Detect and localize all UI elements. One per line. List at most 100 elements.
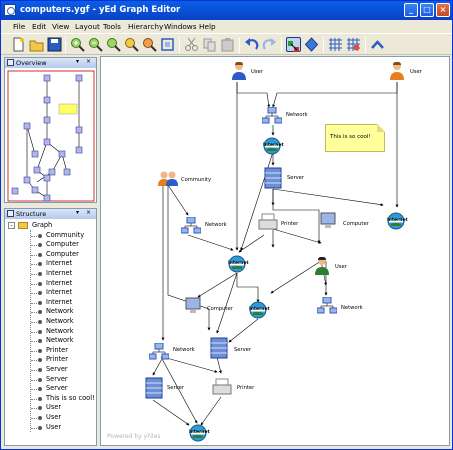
internet-label: Internet — [228, 261, 249, 266]
copy-icon[interactable] — [202, 37, 217, 52]
menu-windows[interactable]: Windows — [164, 22, 197, 31]
minimize-button[interactable]: _ — [404, 3, 418, 17]
open-icon[interactable] — [29, 37, 44, 52]
server-icon[interactable] — [145, 377, 163, 399]
node-bullet-icon — [38, 329, 42, 334]
computer-icon[interactable] — [319, 212, 337, 230]
snap-grid-icon[interactable] — [346, 37, 361, 52]
redo-icon[interactable] — [262, 37, 277, 52]
server-icon[interactable] — [210, 337, 228, 359]
zoom-out-icon[interactable] — [88, 37, 103, 52]
menu-view[interactable]: View — [52, 22, 69, 31]
move-mode-icon[interactable] — [304, 37, 319, 52]
graph-canvas[interactable]: User User Network This is so cool! Inter… — [100, 56, 450, 446]
tree-item[interactable]: Internet — [5, 288, 96, 298]
structure-panel: Structure ▾ × - Graph Community Computer C… — [4, 208, 97, 446]
network-label: Network — [286, 112, 308, 118]
tree-item[interactable]: Network — [5, 317, 96, 327]
tree-item[interactable]: This is so cool! — [5, 394, 96, 404]
tree-connector — [31, 408, 37, 410]
tree-item[interactable]: Printer — [5, 346, 96, 356]
tree-item[interactable]: User — [5, 423, 96, 433]
tree-item[interactable]: Internet — [5, 279, 96, 289]
tree-item[interactable]: Server — [5, 384, 96, 394]
tree-item[interactable]: Internet — [5, 259, 96, 269]
tree-item[interactable]: Server — [5, 365, 96, 375]
network-label: Network — [173, 347, 195, 353]
tree-connector — [31, 427, 37, 429]
cut-icon[interactable] — [184, 37, 199, 52]
tree-item[interactable]: User — [5, 413, 96, 423]
tree-item-label: Community — [46, 230, 85, 239]
server-icon[interactable] — [264, 167, 282, 189]
tree-root-label: Graph — [32, 221, 53, 229]
tree-connector — [31, 369, 37, 371]
grid-icon[interactable] — [328, 37, 343, 52]
computer-icon[interactable] — [184, 297, 202, 315]
tree-item[interactable]: Printer — [5, 355, 96, 365]
tree-connector — [31, 312, 37, 314]
new-icon[interactable] — [11, 37, 26, 52]
zoom-in-icon[interactable] — [70, 37, 85, 52]
network-icon[interactable] — [149, 343, 169, 361]
network-icon[interactable] — [181, 217, 201, 235]
zoom-fit-icon[interactable] — [106, 37, 121, 52]
note-node[interactable]: This is so cool! — [325, 124, 385, 152]
user-icon[interactable] — [314, 256, 330, 276]
menu-hierarchy[interactable]: Hierarchy — [128, 22, 163, 31]
menu-help[interactable]: Help — [199, 22, 216, 31]
paste-icon[interactable] — [220, 37, 235, 52]
tree-item-label: User — [46, 422, 62, 431]
tree-connector — [31, 360, 37, 362]
tree-item-label: User — [46, 403, 62, 412]
fit-content-icon[interactable] — [160, 37, 175, 52]
undo-icon[interactable] — [244, 37, 259, 52]
tree-item[interactable]: Network — [5, 336, 96, 346]
zoom-area-icon[interactable] — [124, 37, 139, 52]
user-icon[interactable] — [231, 61, 247, 81]
collapse-toggle-icon[interactable]: - — [8, 222, 15, 229]
user-icon[interactable] — [389, 61, 405, 81]
app-window: computers.ygf - yEd Graph Editor _ □ × F… — [0, 0, 453, 450]
menu-tools[interactable]: Tools — [103, 22, 121, 31]
select-mode-icon[interactable] — [286, 37, 301, 52]
tree-root-graph[interactable]: - Graph — [5, 221, 96, 231]
menu-edit[interactable]: Edit — [32, 22, 46, 31]
network-icon[interactable] — [262, 107, 282, 125]
tree-connector — [31, 389, 37, 391]
zoom-selection-icon[interactable] — [142, 37, 157, 52]
tree-item[interactable]: Network — [5, 307, 96, 317]
tree-item[interactable]: Community — [5, 231, 96, 241]
printer-icon[interactable] — [258, 213, 278, 231]
close-icon[interactable]: × — [86, 209, 91, 216]
pin-icon[interactable]: ▾ — [76, 209, 79, 216]
tree-item[interactable]: Internet — [5, 298, 96, 308]
tree-connector — [31, 331, 37, 333]
overview-thumbnail[interactable] — [7, 70, 95, 202]
pin-icon[interactable]: ▾ — [76, 58, 79, 65]
printer-label: Printer — [237, 385, 255, 391]
printer-icon[interactable] — [212, 378, 232, 396]
node-bullet-icon — [38, 377, 42, 382]
save-icon[interactable] — [47, 37, 62, 52]
tree-item[interactable]: User — [5, 403, 96, 413]
network-icon[interactable] — [317, 297, 337, 315]
tree-connector — [31, 293, 37, 295]
close-button[interactable]: × — [436, 3, 450, 17]
community-icon[interactable] — [157, 171, 179, 187]
tree-item[interactable]: Internet — [5, 269, 96, 279]
tree-item[interactable]: Computer — [5, 240, 96, 250]
tree-item[interactable]: Network — [5, 327, 96, 337]
internet-label: Internet — [263, 143, 284, 148]
node-bullet-icon — [38, 291, 42, 296]
tree-item[interactable]: Computer — [5, 250, 96, 260]
note-corner-icon — [377, 124, 385, 132]
collapse-icon[interactable] — [370, 37, 385, 52]
tree-item-label: Internet — [46, 297, 73, 306]
menu-layout[interactable]: Layout — [75, 22, 100, 31]
menu-file[interactable]: File — [13, 22, 25, 31]
close-icon[interactable]: × — [86, 58, 91, 65]
tree-item-label: Network — [46, 336, 74, 345]
tree-item[interactable]: Server — [5, 375, 96, 385]
maximize-button[interactable]: □ — [420, 3, 434, 17]
